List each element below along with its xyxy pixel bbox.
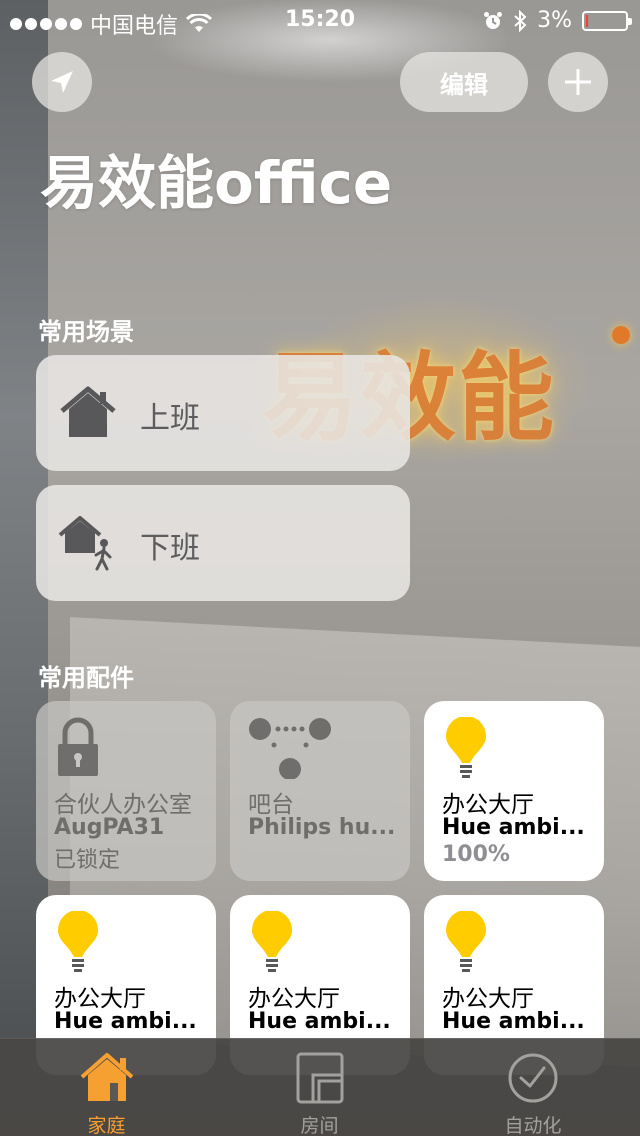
home-tab-icon bbox=[80, 1053, 133, 1101]
house-person-leaving-icon bbox=[58, 516, 112, 571]
accessory-room: 吧台 bbox=[248, 792, 294, 818]
rooms-tab-icon bbox=[296, 1052, 343, 1104]
home-title: 易效能office bbox=[40, 149, 393, 217]
status-bar-right: 3% bbox=[483, 8, 632, 33]
tab-automation[interactable]: 自动化 bbox=[426, 1039, 640, 1136]
tab-home[interactable]: 家庭 bbox=[0, 1039, 213, 1136]
scene-label: 下班 bbox=[140, 531, 200, 566]
scene-card-go-to-work[interactable]: 上班 bbox=[36, 355, 410, 471]
bulb-icon bbox=[58, 911, 98, 972]
accessory-room: 合伙人办公室 bbox=[54, 792, 192, 818]
add-button[interactable] bbox=[548, 52, 608, 112]
battery-percent: 3% bbox=[537, 8, 572, 33]
bulb-icon bbox=[446, 911, 486, 972]
edit-button[interactable]: 编辑 bbox=[400, 52, 528, 112]
tab-label: 房间 bbox=[300, 1115, 339, 1136]
accessory-tile-lock[interactable]: 合伙人办公室 AugPA31 已锁定 bbox=[36, 701, 216, 881]
background-logo-dot bbox=[612, 326, 630, 344]
location-button[interactable] bbox=[32, 52, 92, 112]
status-bar: 中国电信 15:20 3% bbox=[0, 0, 640, 40]
accessory-tile-light[interactable]: 办公大厅 Hue ambi... 100% bbox=[424, 701, 604, 881]
accessory-name: AugPA31 bbox=[54, 815, 165, 840]
battery-icon bbox=[582, 10, 632, 31]
accessory-name: Philips hu... bbox=[248, 815, 396, 840]
accessory-room: 办公大厅 bbox=[442, 986, 534, 1012]
accessory-room: 办公大厅 bbox=[442, 792, 534, 818]
scenes-section-label: 常用场景 bbox=[38, 318, 134, 346]
battery-level-fill bbox=[586, 14, 588, 27]
alarm-icon bbox=[484, 11, 503, 29]
accessory-room: 办公大厅 bbox=[54, 986, 146, 1012]
accessory-name: Hue ambi... bbox=[442, 1009, 585, 1034]
scene-card-leave-work[interactable]: 下班 bbox=[36, 485, 410, 601]
bulb-icon bbox=[446, 717, 486, 778]
location-arrow-icon bbox=[51, 71, 73, 93]
house-icon bbox=[60, 386, 116, 437]
accessories-section-label: 常用配件 bbox=[38, 664, 134, 692]
accessory-name: Hue ambi... bbox=[442, 815, 585, 840]
tab-label: 家庭 bbox=[87, 1115, 126, 1136]
scene-label: 上班 bbox=[140, 401, 200, 436]
bluetooth-icon bbox=[514, 9, 527, 32]
hue-bridge-icon bbox=[249, 718, 331, 779]
accessory-room: 办公大厅 bbox=[248, 986, 340, 1012]
accessory-name: Hue ambi... bbox=[248, 1009, 391, 1034]
accessory-tile-bridge[interactable]: 吧台 Philips hu... bbox=[230, 701, 410, 881]
plus-icon bbox=[565, 69, 591, 95]
tab-bar: 家庭 房间 自动化 bbox=[0, 1038, 640, 1136]
accessory-name: Hue ambi... bbox=[54, 1009, 197, 1034]
accessory-status: 已锁定 bbox=[54, 848, 121, 873]
accessory-status: 100% bbox=[442, 842, 510, 867]
bulb-icon bbox=[252, 911, 292, 972]
lock-icon bbox=[58, 717, 98, 776]
tab-label: 自动化 bbox=[504, 1115, 562, 1136]
clock-tab-icon bbox=[508, 1053, 558, 1103]
tab-rooms[interactable]: 房间 bbox=[213, 1039, 426, 1136]
